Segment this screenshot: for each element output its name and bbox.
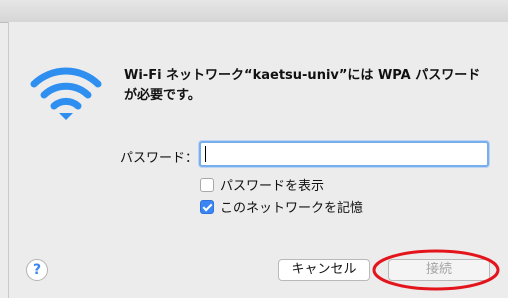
cancel-button[interactable]: キャンセル <box>278 259 370 281</box>
remember-network-label: このネットワークを記憶 <box>220 201 364 216</box>
remember-network-option[interactable]: このネットワークを記憶 <box>200 197 363 216</box>
connect-button[interactable]: 接続 <box>388 259 490 281</box>
password-label: パスワード： <box>120 151 199 166</box>
wifi-icon <box>30 67 102 120</box>
show-password-label: パスワードを表示 <box>220 179 325 194</box>
show-password-checkbox[interactable] <box>200 177 214 192</box>
password-field[interactable] <box>199 141 489 167</box>
text-caret <box>205 146 206 162</box>
window-titlebar <box>0 0 508 23</box>
dialog-message: Wi-Fi ネットワーク“kaetsu-univ”には WPA パスワードが必要… <box>124 68 481 103</box>
show-password-option[interactable]: パスワードを表示 <box>200 175 324 194</box>
remember-network-checkbox[interactable] <box>200 199 214 214</box>
help-button[interactable]: ? <box>26 259 48 281</box>
